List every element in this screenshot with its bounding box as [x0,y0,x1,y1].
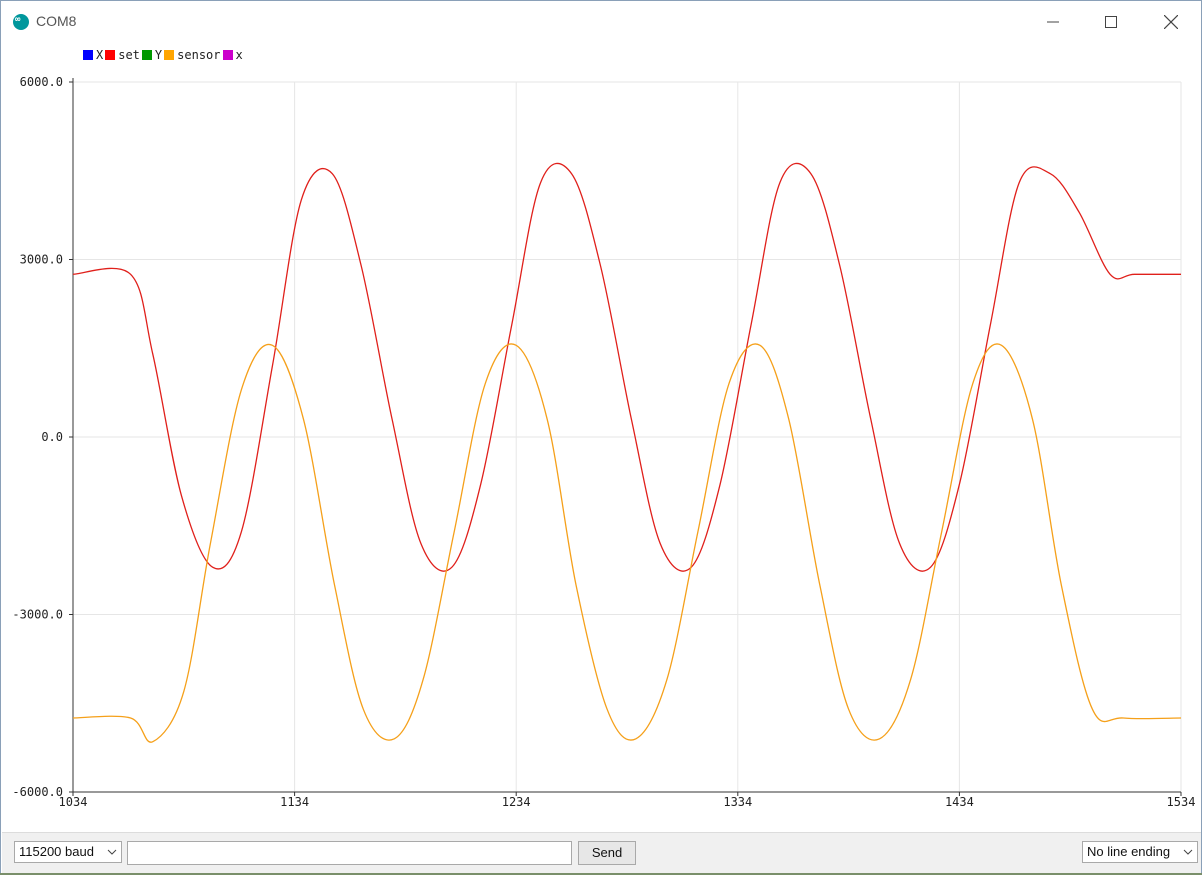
x-tick-label: 1234 [502,795,531,809]
serial-plotter-window: ∞ COM8 X set Y sensor x 6000.0 3000.0 0.… [0,0,1202,875]
arduino-icon: ∞ [13,14,29,30]
legend-item: Y [141,48,163,62]
x-tick-label: 1034 [59,795,88,809]
line-ending-select[interactable]: No line ending [1082,841,1198,863]
chevron-down-icon [107,845,117,862]
baud-rate-select[interactable]: 115200 baud [14,841,122,863]
x-tick-label: 1534 [1167,795,1196,809]
maximize-icon [1105,16,1117,28]
legend-swatch [222,50,233,60]
y-tick-label: 3000.0 [20,253,63,267]
y-tick-label: -6000.0 [12,785,63,799]
x-tick-label: 1334 [723,795,752,809]
series-line-sensor [72,343,1182,743]
y-tick-label: 0.0 [41,430,63,444]
y-tick-label: -3000.0 [12,608,63,622]
minimize-icon [1047,21,1059,23]
chart-legend: X set Y sensor x [83,48,245,62]
legend-label: set [118,48,140,62]
plot-area: 6000.0 3000.0 0.0 -3000.0 -6000.01034 1134 123… [12,75,1196,809]
legend-label: Y [154,48,163,62]
x-tick-label: 1434 [945,795,974,809]
legend-item: X [83,48,103,62]
legend-label: x [235,48,243,62]
legend-label: X [96,48,104,62]
legend-label: sensor [177,48,221,62]
close-icon [1164,15,1178,29]
maximize-button[interactable] [1082,1,1140,43]
legend-item: sensor [164,48,221,62]
line-ending-value: No line ending [1087,844,1171,859]
minimize-button[interactable] [1024,1,1082,43]
series-line-set [72,162,1181,572]
title-bar: ∞ COM8 [1,1,1201,43]
legend-item: set [105,48,140,62]
legend-item: x [222,48,243,62]
legend-swatch [83,50,93,60]
bottom-toolbar: 115200 baud Send No line ending [2,832,1201,875]
x-tick-label: 1134 [280,795,309,809]
window-title: COM8 [36,13,77,29]
baud-rate-value: 115200 baud [19,844,94,859]
chevron-down-icon [1183,845,1193,862]
y-tick-label: 6000.0 [20,75,63,89]
serial-input[interactable] [127,841,572,865]
legend-swatch [164,50,175,60]
send-button[interactable]: Send [578,841,636,865]
close-button[interactable] [1142,1,1200,43]
legend-swatch [105,50,116,60]
legend-swatch [141,50,152,60]
